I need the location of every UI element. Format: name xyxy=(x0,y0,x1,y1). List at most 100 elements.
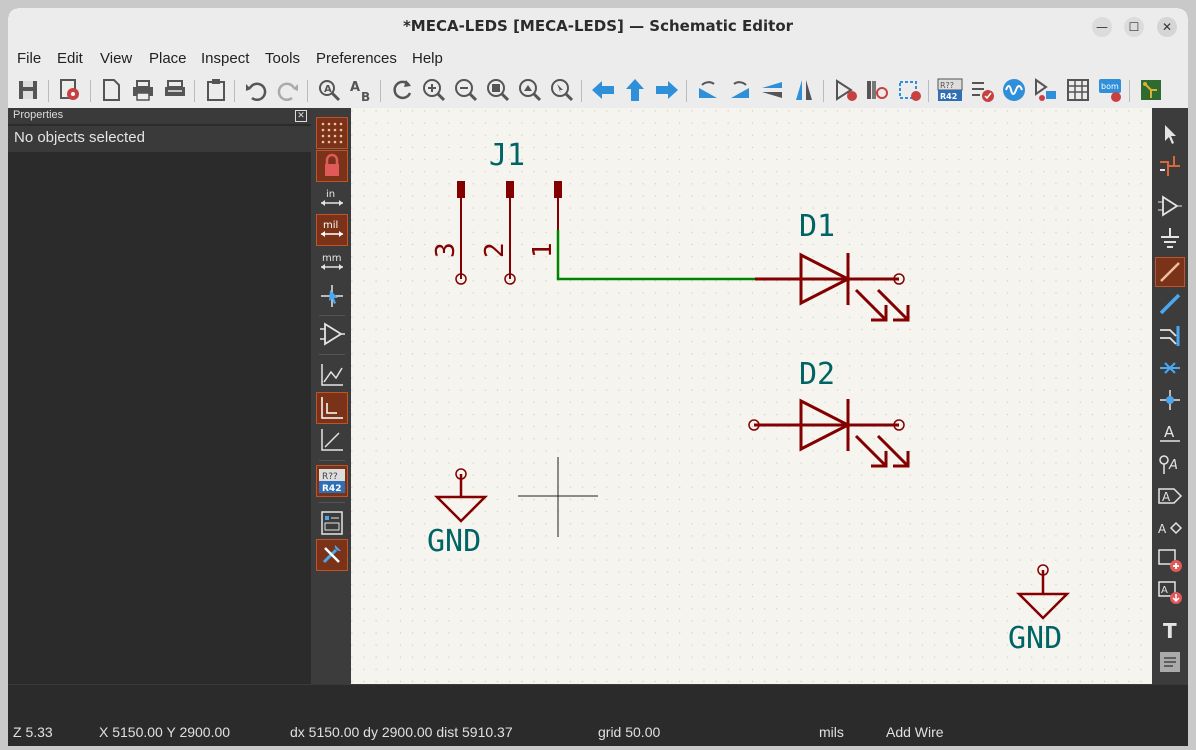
units-mm-icon[interactable]: mm xyxy=(317,248,347,278)
no-selection-text: No objects selected xyxy=(14,129,145,146)
line-mode-90-icon[interactable] xyxy=(316,392,348,424)
zoom-objects-icon[interactable] xyxy=(516,76,544,104)
units-mils-icon[interactable]: mil xyxy=(316,214,348,246)
gnd1-value-label: GND xyxy=(427,524,481,559)
footprint-editor-icon[interactable] xyxy=(895,76,923,104)
add-label-icon[interactable]: A xyxy=(1156,418,1184,446)
import-sheet-pin-icon[interactable]: A xyxy=(1156,578,1184,606)
undo-icon[interactable] xyxy=(242,76,270,104)
annotate-icon[interactable]: R?? R42 xyxy=(936,76,964,104)
status-tool-mode: Add Wire xyxy=(886,724,944,740)
menu-inspect[interactable]: Inspect xyxy=(201,50,249,67)
gnd2-value-label: GND xyxy=(1008,621,1062,656)
hierarchy-navigator-icon[interactable] xyxy=(317,508,347,538)
page-settings-icon[interactable] xyxy=(97,76,125,104)
j1-pin1-number: 1 xyxy=(528,242,558,258)
pcb-editor-icon[interactable] xyxy=(1137,76,1165,104)
mirror-vertical-icon[interactable] xyxy=(758,76,786,104)
bom-icon[interactable]: bom xyxy=(1096,76,1124,104)
navigate-up-icon[interactable] xyxy=(621,76,649,104)
add-hierarchical-label-icon[interactable]: A xyxy=(1156,514,1184,542)
print-icon[interactable] xyxy=(129,76,157,104)
add-power-icon[interactable] xyxy=(1156,224,1184,252)
window-title: *MECA-LEDS [MECA-LEDS] — Schematic Edito… xyxy=(402,17,794,35)
status-cursor-position: X 5150.00 Y 2900.00 xyxy=(99,724,231,740)
rotate-ccw-icon[interactable] xyxy=(694,76,722,104)
menu-preferences[interactable]: Preferences xyxy=(316,50,397,67)
zoom-in-icon[interactable] xyxy=(420,76,448,104)
select-tool-icon[interactable] xyxy=(1156,120,1184,148)
add-net-class-directive-icon[interactable]: A xyxy=(1156,450,1184,478)
find-icon[interactable]: A xyxy=(315,76,343,104)
svg-text:bom: bom xyxy=(1101,82,1119,91)
status-zoom: Z 5.33 xyxy=(13,724,53,740)
menu-file[interactable]: File xyxy=(17,50,41,67)
add-sheet-icon[interactable] xyxy=(1156,546,1184,574)
erc-icon[interactable] xyxy=(968,76,996,104)
zoom-out-icon[interactable] xyxy=(452,76,480,104)
properties-panel-icon[interactable] xyxy=(316,539,348,571)
right-toolbar: A A A A A T xyxy=(1152,108,1188,684)
menu-tools[interactable]: Tools xyxy=(265,50,300,67)
status-bar: Z 5.33 X 5150.00 Y 2900.00 dx 5150.00 dy… xyxy=(8,684,1188,746)
menu-place[interactable]: Place xyxy=(149,50,187,67)
paste-icon[interactable] xyxy=(202,76,230,104)
redo-icon[interactable] xyxy=(274,76,302,104)
menu-view[interactable]: View xyxy=(100,50,132,67)
units-inches-icon[interactable]: in xyxy=(317,184,347,214)
save-icon[interactable] xyxy=(14,76,42,104)
properties-close-icon[interactable]: ✕ xyxy=(295,110,307,122)
properties-header: Properties ✕ xyxy=(8,108,311,124)
highlight-net-icon[interactable] xyxy=(1156,152,1184,180)
svg-text:A: A xyxy=(350,80,360,95)
add-text-icon[interactable]: T xyxy=(1156,616,1184,644)
grid-toggle-icon[interactable] xyxy=(316,117,348,149)
status-delta: dx 5150.00 dy 2900.00 dist 5910.37 xyxy=(290,724,513,740)
annotation-preview-icon[interactable]: R?? R42 xyxy=(316,465,348,497)
svg-text:B: B xyxy=(361,90,370,104)
edit-fields-icon[interactable] xyxy=(1064,76,1092,104)
j1-pin2-number: 2 xyxy=(480,242,510,258)
find-replace-icon[interactable]: AB xyxy=(347,76,375,104)
schematic-canvas[interactable]: J1 3 2 1 D1 D2 GND GND xyxy=(351,108,1152,684)
line-mode-45-icon[interactable] xyxy=(317,425,347,455)
grid-background xyxy=(351,108,1152,684)
zoom-selection-icon[interactable] xyxy=(548,76,576,104)
svg-text:A: A xyxy=(1162,490,1171,504)
no-connect-icon[interactable] xyxy=(1156,354,1184,382)
menu-edit[interactable]: Edit xyxy=(57,50,83,67)
schematic-drawing[interactable]: J1 3 2 1 D1 D2 GND GND xyxy=(351,108,1152,684)
plot-icon[interactable] xyxy=(161,76,189,104)
assign-footprints-icon[interactable] xyxy=(1032,76,1060,104)
zoom-fit-icon[interactable] xyxy=(484,76,512,104)
add-global-label-icon[interactable]: A xyxy=(1156,482,1184,510)
cursor-crosshair-icon[interactable] xyxy=(317,281,347,311)
navigate-forward-icon[interactable] xyxy=(653,76,681,104)
add-text-box-icon[interactable] xyxy=(1156,648,1184,676)
close-button[interactable]: ✕ xyxy=(1157,17,1177,37)
add-bus-entry-icon[interactable] xyxy=(1156,322,1184,350)
schematic-setup-icon[interactable] xyxy=(56,76,84,104)
grid-lock-icon[interactable] xyxy=(316,150,348,182)
simulator-icon[interactable] xyxy=(1000,76,1028,104)
annotate-icon-top-text: R?? xyxy=(940,81,954,90)
refresh-icon[interactable] xyxy=(388,76,416,104)
left-annotate-bottom-text: R42 xyxy=(322,484,341,494)
line-mode-free-icon[interactable] xyxy=(317,360,347,390)
add-wire-icon[interactable] xyxy=(1155,257,1185,287)
maximize-button[interactable]: ☐ xyxy=(1124,17,1144,37)
symbol-browser-icon[interactable] xyxy=(863,76,891,104)
rotate-cw-icon[interactable] xyxy=(726,76,754,104)
mirror-horizontal-icon[interactable] xyxy=(790,76,818,104)
navigate-back-icon[interactable] xyxy=(589,76,617,104)
symbol-editor-icon[interactable] xyxy=(831,76,859,104)
add-text-glyph: T xyxy=(1163,619,1177,643)
properties-title: Properties xyxy=(13,109,64,121)
minimize-button[interactable]: — xyxy=(1092,17,1112,37)
hidden-pins-icon[interactable] xyxy=(317,319,347,349)
add-symbol-icon[interactable] xyxy=(1156,192,1184,220)
add-junction-icon[interactable] xyxy=(1156,386,1184,414)
properties-panel: Properties ✕ No objects selected xyxy=(8,108,311,684)
menu-help[interactable]: Help xyxy=(412,50,443,67)
add-bus-icon[interactable] xyxy=(1156,290,1184,318)
